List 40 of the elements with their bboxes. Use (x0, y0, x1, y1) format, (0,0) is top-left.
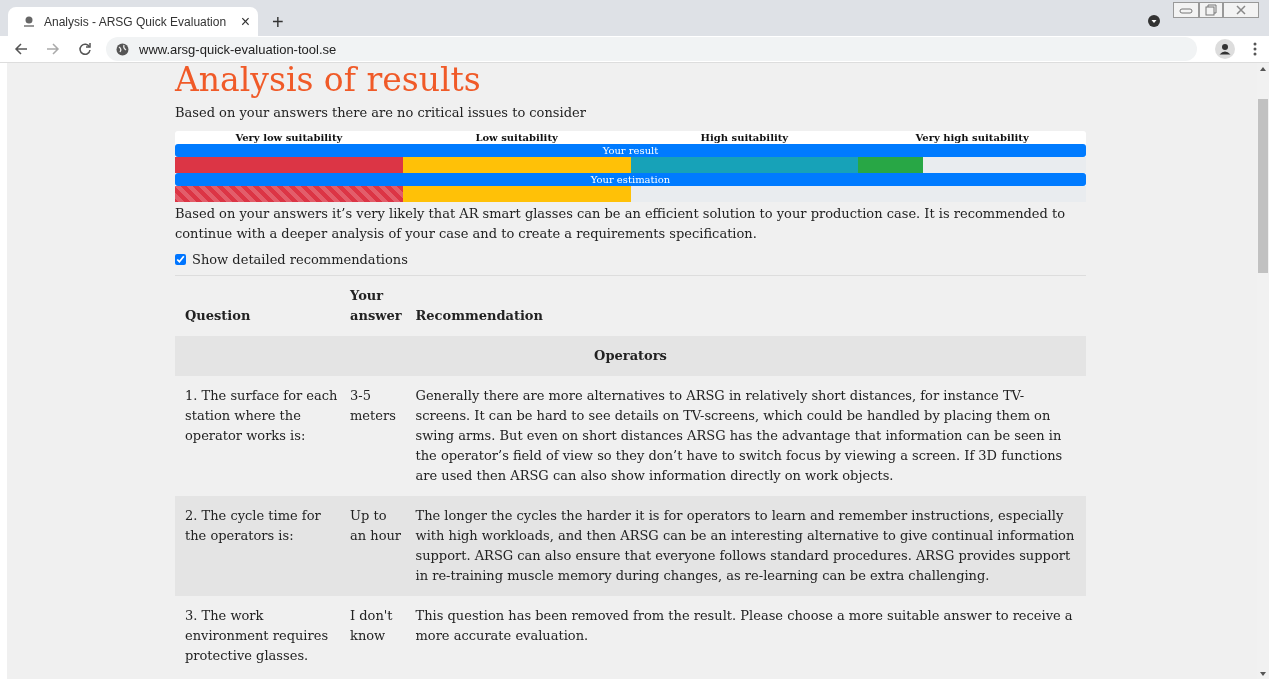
section-header: Operators (175, 336, 1086, 376)
close-tab-button[interactable]: × (240, 13, 250, 30)
scale-label: Low suitability (474, 131, 559, 144)
table-cell: 3. The work environment requires protective glasses. (175, 596, 350, 676)
page-title: Analysis of results (175, 63, 482, 97)
forward-icon[interactable] (46, 42, 60, 56)
address-bar[interactable]: www.arsg-quick-evaluation-tool.se (106, 37, 1197, 61)
restore-icon[interactable] (1199, 2, 1223, 18)
table-cell: Generally there are more alternatives to ARSG in relatively short distances, for instance TV-screens. It can be hard to see details on TV-screens, which could be handled by placing them on swing arms. But even on short distances ARSG has the advantage that information can be seen in the operator’s field of view so they don’t have to switch focus by viewing a screen. If 3D functions are used then ARSG can also show information directly on work objects. (405, 376, 1086, 496)
bar-label: Your estimation (175, 173, 1086, 186)
table-cell: This question has been removed from the result. Please choose a more suitable answer to receive a more accurate evaluation. (405, 596, 1086, 676)
scale-label: High suitability (699, 131, 790, 144)
bar-label: Your result (175, 144, 1086, 157)
column-header: Your answer (350, 276, 406, 336)
tab-title: Analysis - ARSG Quick Evaluation (44, 14, 228, 29)
show-details-checkbox[interactable] (175, 254, 186, 265)
globe-icon (116, 42, 129, 56)
table-cell: 2. The cycle time for the operators is: (175, 496, 350, 596)
new-tab-button[interactable]: + (268, 12, 288, 32)
column-header: Question (175, 276, 350, 336)
summary-text: Based on your answers it’s very likely that AR smart glasses can be an efficient solution to your production case. It is recommended to continue with a deeper analysis of your case and to create a requirements specification. (175, 205, 1067, 243)
table-cell: Up to an hour (350, 496, 406, 596)
table-cell: I don't know (350, 596, 406, 676)
profile-icon[interactable] (1215, 39, 1235, 59)
logo-icon (22, 14, 36, 29)
browser-tab[interactable]: Analysis - ARSG Quick Evaluation × (8, 7, 258, 36)
table-cell: The longer the cycles the harder it is for operators to learn and remember instructions, especially with high workloads, and then ARSG can be an interesting alternative to give continual information support. ARSG can also ensure that everyone follows standard procedures. ARSG provides support in re-training muscle memory during changes, as re-learning can be extra challenging. (405, 496, 1086, 596)
reload-icon[interactable] (78, 42, 92, 56)
table-cell: 1. The surface for each station where the operator works is: (175, 376, 350, 496)
critical-note: Based on your answers there are no critical issues to consider (175, 105, 587, 120)
scale-label: Very high suitability (914, 131, 1030, 144)
close-icon[interactable] (1223, 2, 1259, 18)
scale-label: Very low suitability (234, 131, 344, 144)
minimize-icon[interactable] (1173, 2, 1199, 18)
column-header: Recommendation (405, 276, 1086, 336)
table-cell: 3-5 meters (350, 376, 406, 496)
dropdown-icon[interactable] (1147, 14, 1161, 28)
menu-icon[interactable] (1253, 42, 1257, 56)
checkbox-label[interactable]: Show detailed recommendations (192, 252, 408, 267)
back-icon[interactable] (14, 42, 28, 56)
